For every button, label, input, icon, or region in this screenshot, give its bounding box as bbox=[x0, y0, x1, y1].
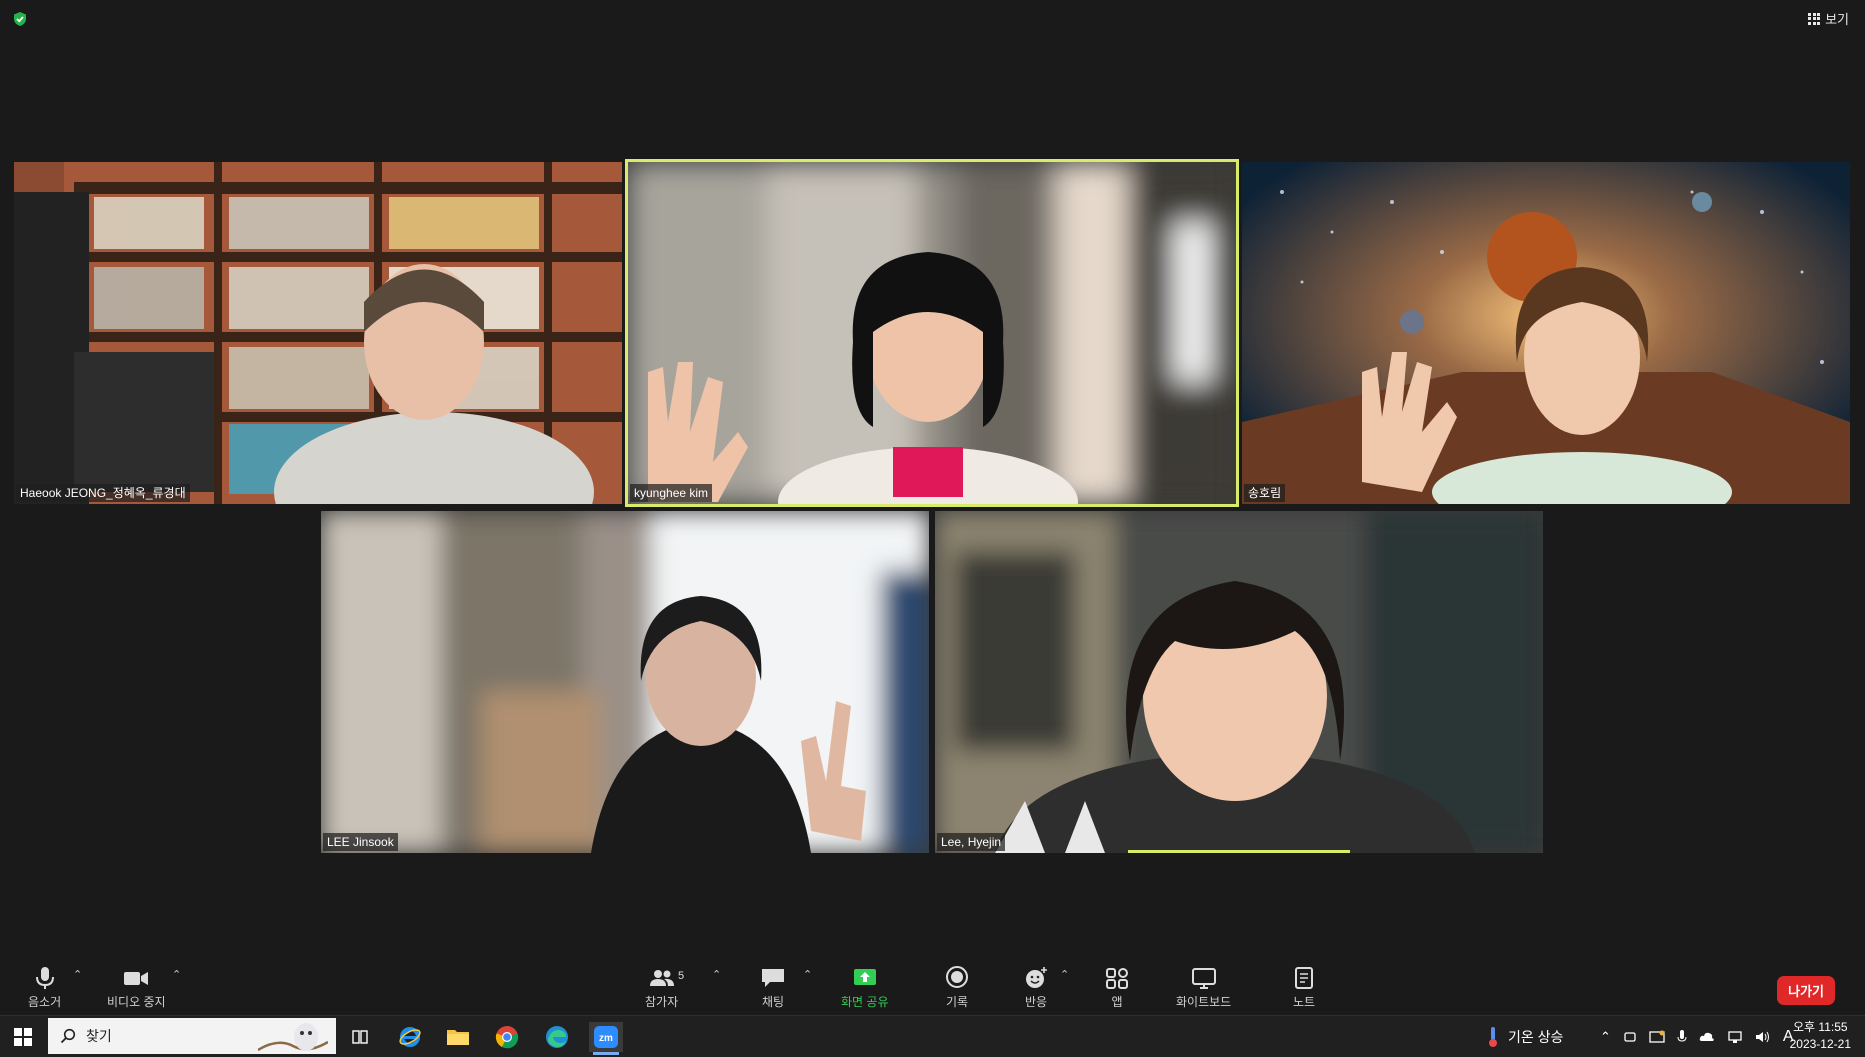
video-camera-icon bbox=[124, 972, 149, 985]
thermometer-icon bbox=[1489, 1026, 1497, 1047]
audio-options-chevron-icon[interactable]: ⌃ bbox=[73, 968, 82, 981]
svg-text:zm: zm bbox=[599, 1033, 613, 1044]
meeting-toolbar: 음소거 ⌃ 비디오 중지 ⌃ 참가자 5 ⌃ 채팅 ⌃ 화면 공유 기록 반응 … bbox=[0, 958, 1865, 1015]
encryption-shield-icon[interactable] bbox=[12, 11, 28, 27]
weather-widget[interactable]: 기온 상승 bbox=[1486, 1016, 1563, 1057]
participants-count: 5 bbox=[678, 970, 685, 982]
active-speaker-indicator bbox=[1128, 850, 1350, 853]
search-icon bbox=[60, 1028, 76, 1044]
clock-date: 2023-12-21 bbox=[1789, 1037, 1851, 1051]
reactions-button[interactable]: 반응 bbox=[1023, 966, 1049, 1010]
volume-icon[interactable] bbox=[1755, 1030, 1771, 1044]
task-view-icon[interactable] bbox=[343, 1022, 377, 1052]
taskbar-clock[interactable]: 오후 11:55 2023-12-21 bbox=[1790, 1019, 1851, 1053]
record-button[interactable]: 기록 bbox=[944, 966, 970, 1010]
participant-name-label: Haeook JEONG_정혜옥_류경대 bbox=[16, 484, 190, 502]
video-options-chevron-icon[interactable]: ⌃ bbox=[172, 968, 181, 981]
participant-name-label: kyunghee kim bbox=[630, 484, 713, 502]
clock-time: 오후 11:55 bbox=[1793, 1020, 1848, 1034]
video-tile-kyunghee-kim[interactable]: kyunghee kim bbox=[625, 159, 1239, 507]
emoji-reaction-icon bbox=[1026, 967, 1047, 988]
video-feed bbox=[628, 162, 1236, 504]
video-tile-haeook-jeong[interactable]: Haeook JEONG_정혜옥_류경대 bbox=[14, 162, 622, 504]
owl-search-highlight-icon bbox=[258, 1023, 328, 1052]
notes-button[interactable]: 노트 bbox=[1291, 966, 1317, 1010]
share-screen-button[interactable]: 화면 공유 bbox=[841, 966, 889, 1010]
chat-button[interactable]: 채팅 bbox=[760, 966, 786, 1010]
windows-start-icon[interactable] bbox=[14, 1028, 32, 1046]
taskbar-search-input[interactable]: 찾기 bbox=[48, 1018, 336, 1054]
video-feed bbox=[1242, 162, 1850, 504]
participants-options-chevron-icon[interactable]: ⌃ bbox=[712, 968, 721, 981]
microphone-icon bbox=[35, 967, 54, 989]
chrome-icon[interactable] bbox=[490, 1022, 524, 1052]
video-feed bbox=[935, 511, 1543, 853]
notes-icon bbox=[1295, 967, 1313, 989]
participant-name-label: 송호림 bbox=[1244, 484, 1286, 502]
leave-meeting-button[interactable]: 나가기 bbox=[1777, 976, 1835, 1005]
network-icon[interactable] bbox=[1727, 1030, 1743, 1044]
share-screen-icon bbox=[853, 969, 876, 985]
meet-now-icon[interactable] bbox=[1623, 1030, 1637, 1044]
mute-button[interactable]: 음소거 bbox=[28, 966, 61, 1010]
chat-options-chevron-icon[interactable]: ⌃ bbox=[803, 968, 812, 981]
participant-name-label: Lee, Hyejin bbox=[937, 833, 1006, 851]
onedrive-sync-icon[interactable] bbox=[1649, 1030, 1665, 1044]
file-explorer-icon[interactable] bbox=[441, 1022, 475, 1052]
internet-explorer-icon[interactable] bbox=[393, 1022, 427, 1052]
participants-button[interactable]: 참가자 bbox=[645, 966, 678, 1010]
video-tile-songhorim[interactable]: 송호림 bbox=[1242, 162, 1850, 504]
participant-name-label: LEE Jinsook bbox=[323, 833, 398, 851]
record-icon bbox=[946, 966, 968, 988]
weather-text: 기온 상승 bbox=[1508, 1028, 1564, 1045]
zoom-meeting-window: 보기 Haeook JEONG_정혜옥_류경대 kyunghee kim 송호림… bbox=[0, 0, 1865, 1015]
video-feed bbox=[14, 162, 622, 504]
video-tile-lee-jinsook[interactable]: LEE Jinsook bbox=[321, 511, 929, 853]
stop-video-button[interactable]: 비디오 중지 bbox=[107, 966, 166, 1010]
participants-icon bbox=[649, 970, 674, 986]
zoom-app-icon[interactable]: zm bbox=[589, 1022, 623, 1055]
whiteboard-icon bbox=[1191, 968, 1216, 989]
video-tile-lee-hyejin[interactable]: Lee, Hyejin bbox=[935, 511, 1543, 853]
system-tray: ⌃ A bbox=[1600, 1016, 1794, 1057]
reactions-options-chevron-icon[interactable]: ⌃ bbox=[1060, 968, 1069, 981]
gallery-grid-icon bbox=[1808, 12, 1821, 25]
cloud-icon[interactable] bbox=[1699, 1030, 1715, 1044]
apps-button[interactable]: 앱 bbox=[1104, 966, 1130, 1010]
show-hidden-icons-chevron-icon[interactable]: ⌃ bbox=[1600, 1029, 1611, 1045]
view-button[interactable]: 보기 bbox=[1808, 9, 1849, 28]
whiteboard-button[interactable]: 화이트보드 bbox=[1176, 966, 1231, 1010]
windows-taskbar: 찾기 zm 기온 상승 ⌃ A 오후 11:55 2023-12-21 bbox=[0, 1015, 1865, 1057]
view-label: 보기 bbox=[1825, 12, 1849, 27]
chat-icon bbox=[762, 969, 784, 987]
microphone-tray-icon[interactable] bbox=[1677, 1029, 1687, 1045]
search-placeholder: 찾기 bbox=[86, 1028, 112, 1044]
apps-icon bbox=[1106, 968, 1128, 989]
video-feed bbox=[321, 511, 929, 853]
edge-browser-icon[interactable] bbox=[540, 1022, 574, 1052]
